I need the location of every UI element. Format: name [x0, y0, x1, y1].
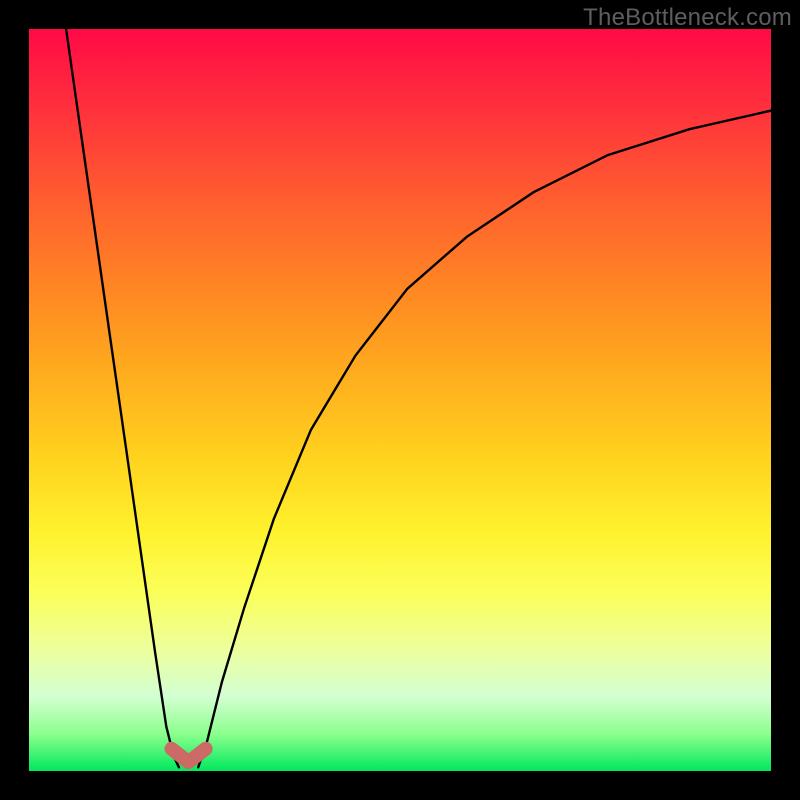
chart-frame: TheBottleneck.com [0, 0, 800, 800]
curve-left-branch [66, 29, 179, 767]
curve-right-branch [198, 111, 771, 768]
plot-area [29, 29, 771, 771]
bottom-marker [172, 749, 206, 762]
curve-layer [29, 29, 771, 771]
watermark-text: TheBottleneck.com [583, 4, 792, 32]
